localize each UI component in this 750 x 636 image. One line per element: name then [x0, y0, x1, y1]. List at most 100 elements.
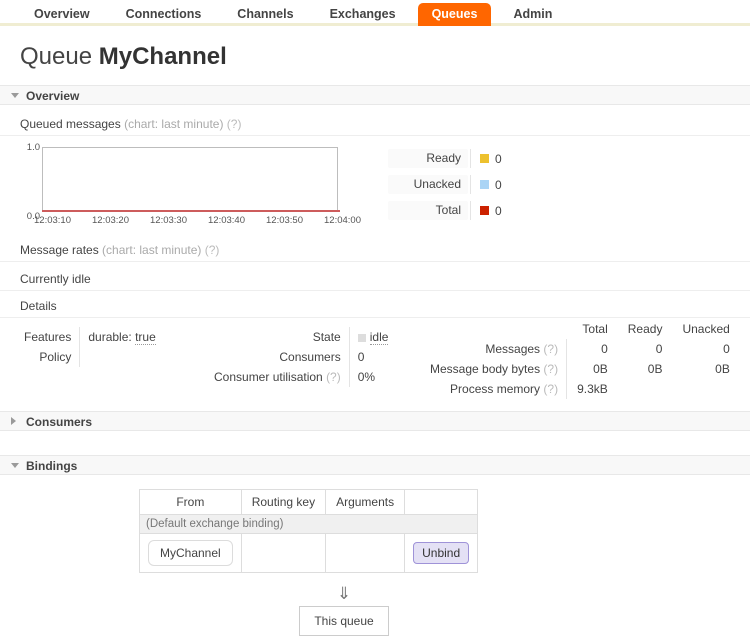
page-title-queue-name: MyChannel [98, 43, 227, 70]
legend-label-total: Total [388, 201, 468, 220]
section-header-consumers[interactable]: Consumers [0, 411, 750, 431]
chart-x-tick-3: 12:03:40 [208, 215, 245, 226]
counts-body-bytes-ready: 0B [647, 362, 663, 376]
counts-body-bytes-unacked: 0B [715, 362, 730, 376]
details-state-table: State idle Consumers 0 Consumer utilisat… [210, 327, 397, 387]
legend-divider [470, 149, 471, 168]
bindings-default-exchange-row: (Default exchange binding) [138, 514, 479, 534]
legend-value-ready: 0 [495, 151, 502, 166]
overview-body: Queued messages (chart: last minute) (?)… [0, 105, 750, 405]
main-navigation: Overview Connections Channels Exchanges … [0, 0, 750, 26]
chart-x-tick-4: 12:03:50 [266, 215, 303, 226]
consumer-utilisation-value: 0% [348, 367, 397, 387]
legend-divider [470, 201, 471, 220]
legend-label-unacked: Unacked [388, 175, 468, 194]
bindings-column-routing-key: Routing key [240, 489, 327, 515]
nav-item-admin[interactable]: Admin [499, 3, 566, 26]
table-row: Features durable: true [20, 327, 164, 347]
state-text[interactable]: idle [369, 330, 389, 345]
chart-x-tick-5: 12:04:00 [324, 215, 361, 226]
counts-row-body-bytes-label: Message body bytes (?) [430, 359, 567, 379]
counts-column-total: Total [582, 322, 608, 336]
nav-item-overview[interactable]: Overview [20, 3, 104, 26]
binding-flow-diagram: ⇓ This queue [139, 585, 549, 636]
counts-body-bytes-total: 0B [566, 359, 618, 379]
counts-process-memory-total: 9.3kB [566, 379, 618, 399]
arrow-down-icon: ⇓ [336, 584, 352, 603]
section-header-bindings[interactable]: Bindings [0, 455, 750, 475]
features-label: Features [24, 330, 72, 344]
counts-process-memory-help-icon[interactable]: (?) [543, 382, 558, 396]
legend-value-unacked: 0 [495, 177, 502, 192]
chevron-down-icon [11, 463, 19, 468]
counts-column-ready: Ready [627, 322, 663, 336]
policy-value [79, 347, 164, 367]
consumer-utilisation-label: Consumer utilisation (?) [210, 367, 349, 387]
nav-item-connections[interactable]: Connections [112, 3, 216, 26]
counts-column-truncated: I [740, 319, 750, 339]
consumers-label: Consumers [279, 350, 341, 364]
counts-row-process-memory-text: Process memory [450, 382, 541, 396]
counts-process-memory-unacked [672, 379, 739, 399]
section-label-consumers: Consumers [26, 415, 93, 429]
binding-from-link[interactable]: MyChannel [148, 540, 233, 566]
queued-messages-heading: Queued messages (chart: last minute) (?) [0, 117, 750, 136]
unbind-button[interactable]: Unbind [413, 542, 470, 564]
message-rates-chart-note: (chart: last minute) [102, 243, 202, 257]
features-durable-key: durable: [88, 330, 132, 344]
counts-messages-ready: 0 [655, 342, 663, 356]
message-rates-label: Message rates [20, 243, 99, 257]
binding-actions-cell: Unbind [404, 533, 479, 573]
chart-y-axis: 1.0 0.0 [20, 142, 40, 222]
bindings-default-exchange-text: (Default exchange binding) [138, 514, 479, 534]
legend-value-total: 0 [495, 203, 502, 218]
counts-row-messages-label: Messages (?) [430, 339, 567, 359]
features-durable-value[interactable]: true [135, 330, 156, 345]
queued-messages-chart: 1.0 0.0 12:03:10 12:03:20 12:03:30 12:03… [20, 142, 361, 229]
nav-item-exchanges[interactable]: Exchanges [316, 3, 410, 26]
details-area: Features durable: true Policy State idle… [0, 322, 750, 405]
bindings-column-arguments: Arguments [325, 489, 406, 515]
queued-messages-help-icon[interactable]: (?) [227, 117, 242, 131]
binding-arguments-cell [325, 533, 406, 573]
counts-row-body-bytes-text: Message body bytes [430, 362, 541, 376]
bindings-body: From Routing key Arguments (Default exch… [0, 475, 750, 636]
legend-swatch-unacked [480, 180, 489, 189]
section-header-overview[interactable]: Overview [0, 85, 750, 105]
consumer-utilisation-text: Consumer utilisation [214, 370, 323, 384]
chart-y-tick-max: 1.0 [26, 142, 40, 153]
queued-messages-chart-note: (chart: last minute) [124, 117, 224, 131]
counts-row-messages-text: Messages [485, 342, 541, 356]
details-heading: Details [0, 299, 750, 318]
table-row: Message body bytes (?) 0B 0B 0B [430, 359, 750, 379]
table-row: State idle [210, 327, 397, 347]
page-title: Queue MyChannel [20, 43, 750, 71]
table-row: MyChannel Unbind [139, 533, 479, 573]
counts-body-bytes-truncated [740, 359, 750, 379]
counts-process-memory-ready [618, 379, 673, 399]
message-rates-status: Currently idle [0, 272, 750, 291]
table-row: Policy [20, 347, 164, 367]
nav-item-queues[interactable]: Queues [417, 3, 492, 26]
message-counts-table: Total Ready Unacked I Messages (?) 0 0 0… [430, 319, 750, 399]
legend-row-ready: Ready 0 [388, 149, 502, 168]
consumers-value: 0 [348, 347, 397, 367]
legend-label-ready: Ready [388, 149, 468, 168]
consumer-utilisation-help-icon[interactable]: (?) [326, 370, 341, 384]
table-row: Consumers 0 [210, 347, 397, 367]
nav-item-channels[interactable]: Channels [223, 3, 307, 26]
counts-messages-help-icon[interactable]: (?) [543, 342, 558, 356]
message-rates-help-icon[interactable]: (?) [205, 243, 220, 257]
features-value: durable: true [79, 327, 164, 347]
page-title-prefix: Queue [20, 43, 93, 70]
legend-row-unacked: Unacked 0 [388, 175, 502, 194]
chart-legend: Ready 0 Unacked 0 Total 0 [388, 147, 502, 227]
state-value: idle [348, 327, 397, 347]
this-queue-box: This queue [299, 606, 389, 636]
counts-body-bytes-help-icon[interactable]: (?) [543, 362, 558, 376]
policy-label: Policy [39, 350, 72, 364]
queued-messages-label: Queued messages [20, 117, 121, 131]
nav-list: Overview Connections Channels Exchanges … [20, 0, 750, 26]
legend-swatch-ready [480, 154, 489, 163]
details-features-table: Features durable: true Policy [20, 327, 164, 367]
